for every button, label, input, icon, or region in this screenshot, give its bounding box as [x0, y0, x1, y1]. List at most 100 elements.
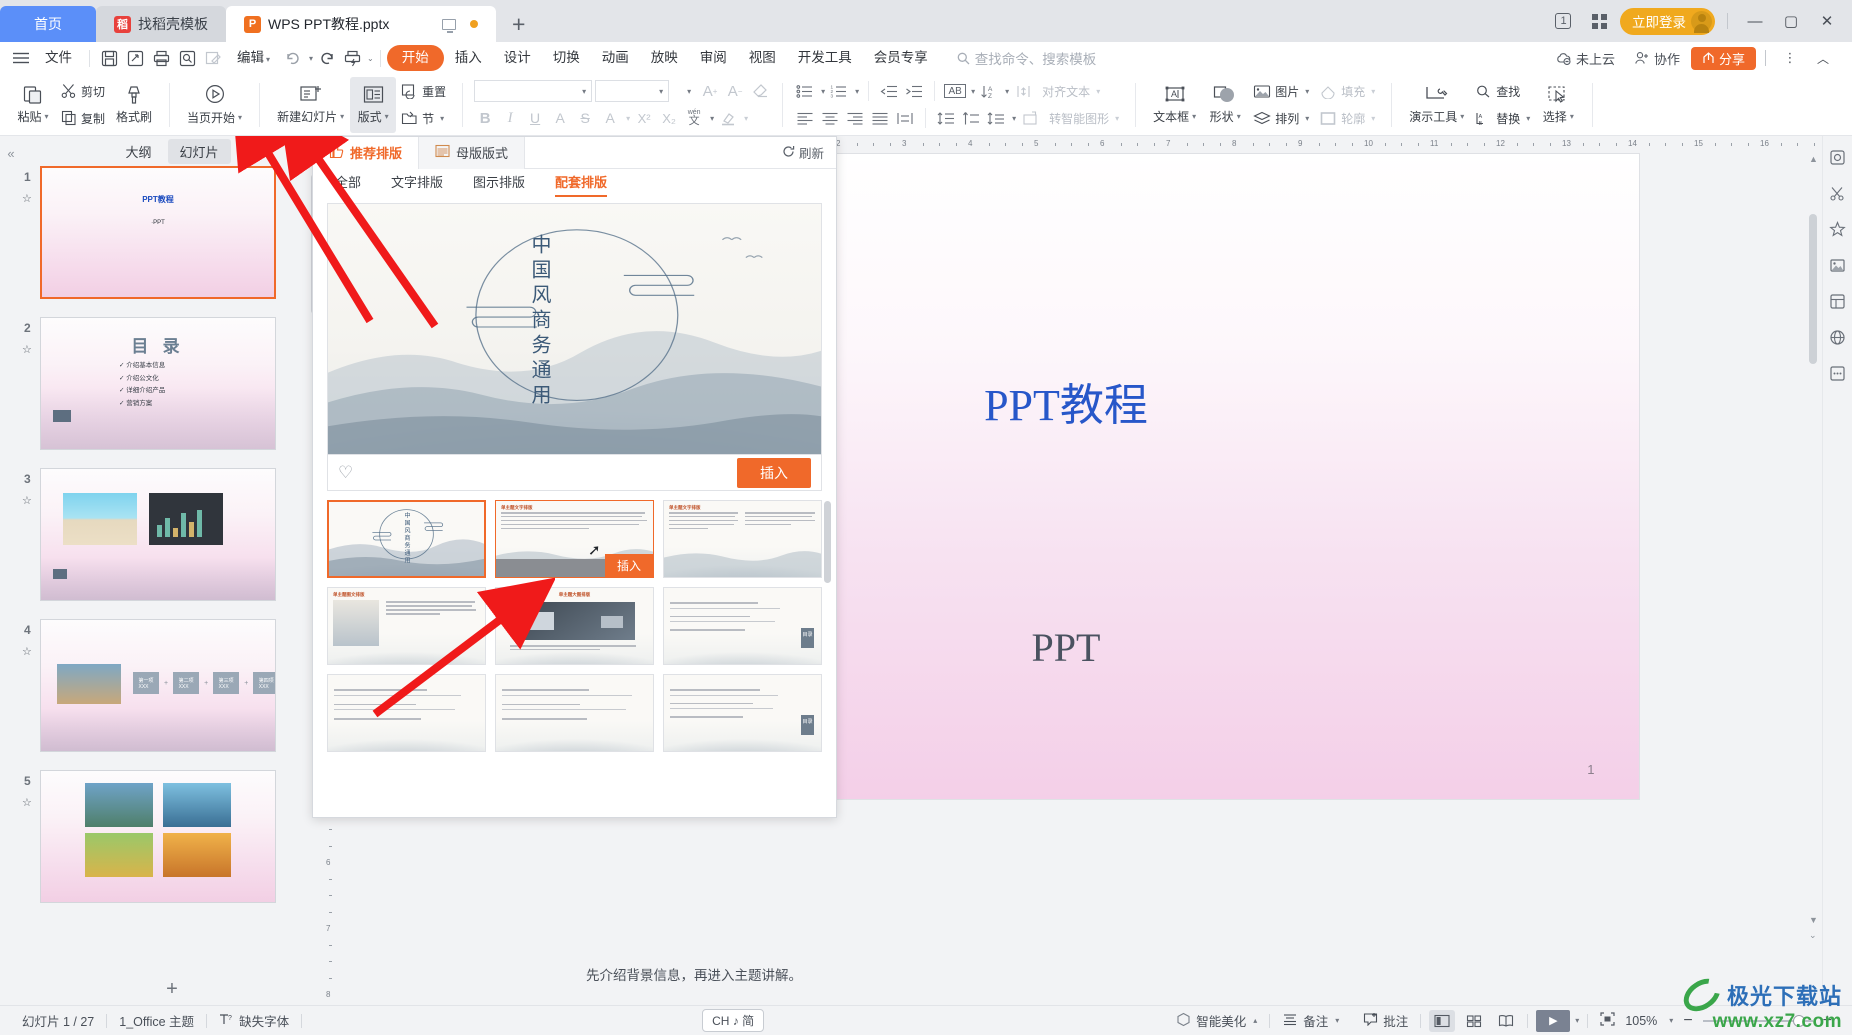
tab-slides[interactable]: 幻灯片 [167, 138, 231, 164]
next-slide-icon[interactable]: ⌄ [1809, 930, 1817, 941]
layout-card[interactable]: 单主题文字排版 ➚ 插入 [495, 500, 654, 578]
outline-collapse-button[interactable]: « [0, 136, 22, 1005]
format-painter-button[interactable]: 格式刷 [110, 77, 158, 133]
maximize-button[interactable]: ▢ [1776, 6, 1806, 36]
font-family-select[interactable]: ▾ [474, 80, 593, 102]
paste-button[interactable]: 粘贴 ▾ [10, 77, 56, 133]
print-preview-icon[interactable] [174, 46, 200, 70]
ribbon-tab-insert[interactable]: 插入 [444, 45, 493, 71]
collaborate-button[interactable]: 协作 [1626, 49, 1688, 68]
list-item[interactable]: 5 ☆ [22, 770, 308, 903]
print-direct-icon[interactable] [339, 46, 365, 70]
play-icon[interactable]: ▶ [1536, 1009, 1571, 1032]
zoom-options-icon[interactable]: ▾ [1669, 1016, 1673, 1025]
layout-card[interactable]: 目录 [663, 674, 822, 752]
slide-list[interactable]: 1 ☆ PPT教程 ·PPT 2 ☆ 目 录 ✓ 介绍基本信息 ✓ 介绍公文化 … [22, 166, 322, 973]
filter-all[interactable]: 全部 [335, 172, 361, 196]
decrease-indent-icon[interactable] [878, 80, 900, 102]
fit-screen-icon[interactable] [1600, 1012, 1615, 1029]
menu-file[interactable]: 文件 [34, 45, 83, 71]
align-center-icon[interactable] [819, 107, 841, 129]
scroll-thumb[interactable] [1809, 214, 1817, 364]
tab-recommended-layout[interactable]: 推荐排版 [313, 136, 419, 169]
ribbon-tab-devtools[interactable]: 开发工具 [787, 45, 863, 71]
ribbon-tab-review[interactable]: 审阅 [689, 45, 738, 71]
hamburger-icon[interactable] [8, 46, 34, 70]
present-tools-button[interactable]: 演示工具 ▾ [1403, 77, 1470, 133]
font-size-select[interactable]: ▾ [595, 80, 670, 102]
font-size-stepper[interactable]: ▾ [672, 80, 697, 102]
zoom-slider[interactable] [1702, 1014, 1813, 1027]
minimize-button[interactable]: — [1740, 6, 1770, 36]
star-ai-icon[interactable] [1827, 218, 1849, 240]
print-icon[interactable] [148, 46, 174, 70]
tab-outline[interactable]: 大纲 [113, 139, 163, 164]
app-grid-icon[interactable] [1584, 6, 1614, 36]
overflow-menu-icon[interactable]: ⋮ [1775, 43, 1805, 73]
comment-button[interactable]: 批注 [1351, 1011, 1420, 1030]
layout-preview[interactable]: 中国风商务通用 [327, 203, 822, 455]
ribbon-tab-member[interactable]: 会员专享 [863, 45, 939, 71]
scroll-up-icon[interactable]: ▲ [1809, 154, 1818, 164]
find-button[interactable]: 查找 [1470, 79, 1535, 103]
scroll-down-icon[interactable]: ▼ [1809, 915, 1818, 925]
ribbon-tab-transition[interactable]: 切换 [542, 45, 591, 71]
align-distribute-icon[interactable] [894, 107, 916, 129]
login-button[interactable]: 立即登录 [1620, 7, 1715, 35]
start-from-current-button[interactable]: 当页开始 ▾ [181, 77, 248, 133]
row-spacing-icon[interactable] [985, 107, 1007, 129]
layout-card[interactable]: 单主题图文排版 [327, 587, 486, 665]
save-as-icon[interactable] [122, 46, 148, 70]
close-button[interactable]: ✕ [1812, 6, 1842, 36]
reading-view-icon[interactable] [1493, 1010, 1519, 1032]
slide-thumbnail-5[interactable] [40, 770, 276, 903]
layout-card[interactable]: 单主题大图排版 [495, 587, 654, 665]
scissors-icon[interactable] [1827, 182, 1849, 204]
cut-button[interactable]: 剪切 [56, 79, 110, 103]
more-icon[interactable] [1827, 362, 1849, 384]
slide-thumbnail-4[interactable]: 第一项 XXX + 第二项 XXX + 第三项 XXX + 第四项 XXX [40, 619, 276, 752]
replace-button[interactable]: AB 替换 ▾ [1470, 106, 1535, 130]
text-direction-icon[interactable]: AB [944, 84, 967, 98]
layout-card[interactable]: 单主题文字排版 [663, 500, 822, 578]
collapse-ribbon-icon[interactable]: ︿ [1808, 43, 1838, 73]
sorter-view-icon[interactable] [1461, 1010, 1487, 1032]
pinyin-guide-icon[interactable]: wén 文 [683, 107, 705, 129]
notes-button[interactable]: 备注 ▾ [1270, 1011, 1351, 1030]
layout-card[interactable]: 目录 [663, 587, 822, 665]
tab-docer-template[interactable]: 稻 找稻壳模板 [96, 6, 226, 42]
filter-text-layout[interactable]: 文字排版 [391, 172, 443, 196]
textbox-button[interactable]: A 文本框 ▾ [1147, 77, 1202, 133]
list-item[interactable]: 4 ☆ 第一项 XXX + 第二项 XXX + 第三项 XXX + 第四项 XXX [22, 619, 308, 752]
new-slide-button[interactable]: 新建幻灯片 ▾ [271, 77, 350, 133]
filter-diagram-layout[interactable]: 图示排版 [473, 172, 525, 196]
copy-button[interactable]: 复制 [56, 106, 110, 130]
design-idea-icon[interactable] [1827, 146, 1849, 168]
tab-document[interactable]: P WPS PPT教程.pptx [226, 6, 496, 42]
align-right-icon[interactable] [844, 107, 866, 129]
play-options-icon[interactable]: ▾ [1575, 1016, 1579, 1025]
slide-thumbnail-2[interactable]: 目 录 ✓ 介绍基本信息 ✓ 介绍公文化 ✓ 详细介绍产品 ✓ 营销方案 [40, 317, 276, 450]
slide-thumbnail-1[interactable]: PPT教程 ·PPT [40, 166, 276, 299]
cloud-status-button[interactable]: 未上云 [1548, 49, 1623, 68]
numbering-icon[interactable]: 123 [828, 80, 850, 102]
ribbon-tab-start[interactable]: 开始 [386, 45, 444, 71]
ribbon-tab-design[interactable]: 设计 [493, 45, 542, 71]
align-justify-icon[interactable] [869, 107, 891, 129]
image-lib-icon[interactable] [1827, 254, 1849, 276]
zoom-out-button[interactable]: − [1683, 1012, 1692, 1030]
share-button[interactable]: 分享 [1690, 46, 1756, 70]
heart-icon[interactable]: ♡ [338, 463, 353, 483]
line-spacing-icon[interactable] [935, 107, 957, 129]
new-tab-button[interactable]: + [496, 6, 541, 42]
zoom-slider-knob[interactable] [1792, 1014, 1805, 1027]
reset-button[interactable]: 重置 [396, 79, 451, 103]
theme-label[interactable]: 1_Office 主题 [107, 1011, 206, 1030]
arrange-button[interactable]: 排列 ▾ [1248, 106, 1314, 130]
para-spacing-icon[interactable] [960, 107, 982, 129]
list-item[interactable]: 1 ☆ PPT教程 ·PPT [22, 166, 308, 299]
shape-button[interactable]: 形状 ▾ [1202, 77, 1248, 133]
tab-master-layout[interactable]: 母版版式 [418, 136, 526, 169]
layout-grid-scrollbar[interactable] [824, 501, 831, 583]
save-icon[interactable] [96, 46, 122, 70]
